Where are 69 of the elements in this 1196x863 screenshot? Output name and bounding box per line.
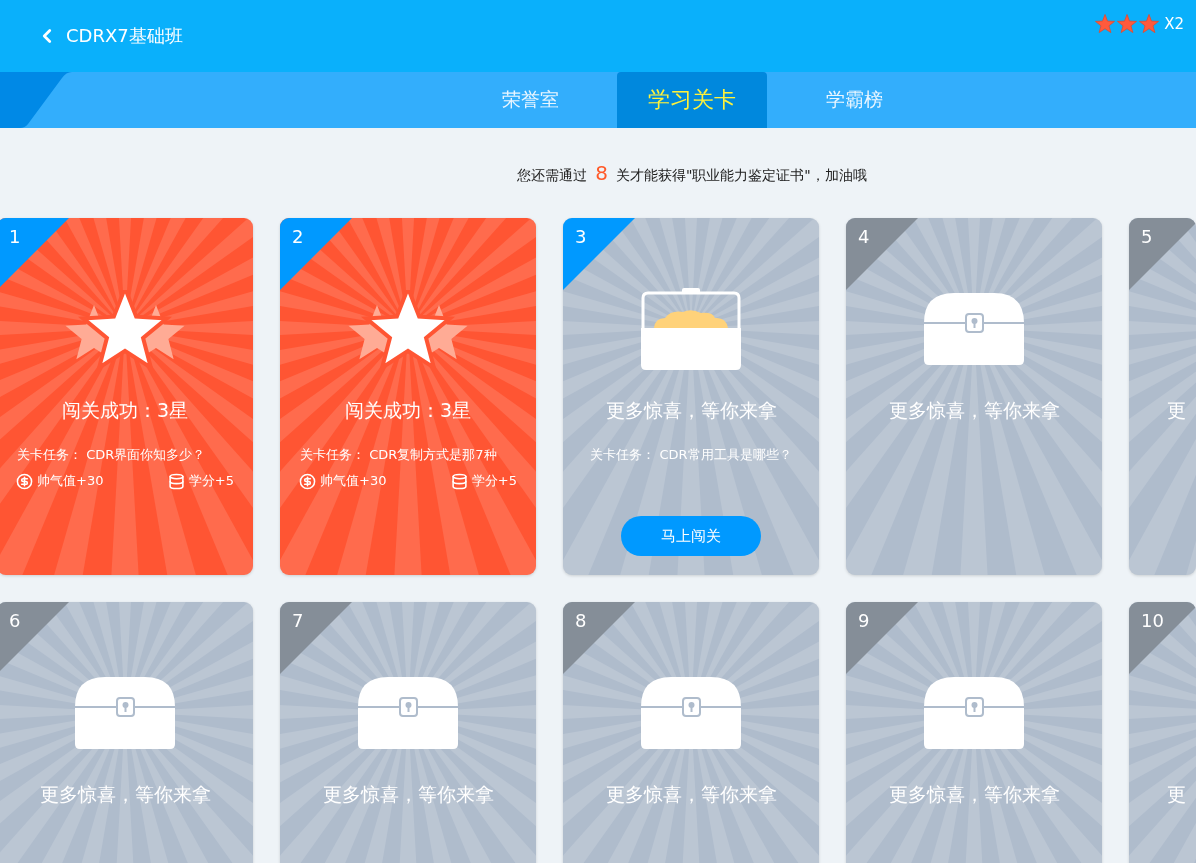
- level-title: 更多惊喜，等你来拿: [888, 782, 1060, 807]
- tab[interactable]: 学习关卡: [617, 72, 767, 128]
- star-icon: [64, 290, 186, 368]
- open-chest-icon: [641, 288, 741, 370]
- reward-text: 学分+5: [471, 472, 517, 490]
- corner-ribbon: [1129, 602, 1196, 674]
- corner-ribbon: [0, 602, 69, 674]
- multiplier-text: X2: [1164, 14, 1184, 33]
- tab[interactable]: 学霸榜: [779, 72, 929, 128]
- level-title: 闯关成功：3星: [344, 398, 472, 423]
- start-level-button[interactable]: 马上闯关: [621, 516, 761, 556]
- level-title: 更: [1167, 782, 1186, 807]
- level-title: 更: [1167, 398, 1186, 423]
- reward-text: 帅气值+30: [320, 472, 387, 490]
- corner-ribbon: [280, 218, 352, 290]
- coin-icon: [16, 472, 33, 490]
- corner-ribbon: [1129, 218, 1196, 290]
- level-number: 7: [292, 610, 304, 631]
- level-card[interactable]: 3 更多惊喜，等你来拿 关卡任务： CDR常用工具是哪些？ 马上闯关: [563, 218, 819, 575]
- corner-ribbon: [846, 218, 918, 290]
- chest-icon: [924, 677, 1024, 749]
- star-icon: [1117, 14, 1138, 33]
- coin-stack-icon: [167, 472, 185, 490]
- reward-text: 学分+5: [188, 472, 234, 490]
- level-number: 10: [1141, 610, 1164, 631]
- level-card[interactable]: 2 闯关成功：3星 关卡任务： CDR复制方式是那7种 帅气值+30 学分+5: [280, 218, 536, 575]
- star-icon: [1095, 14, 1116, 33]
- level-card[interactable]: 1 闯关成功：3星 关卡任务： CDR界面你知多少？ 帅气值+30 学分+5: [0, 218, 253, 575]
- task-text: 关卡任务： CDR界面你知多少？: [17, 446, 206, 464]
- chest-icon: [75, 677, 175, 749]
- level-number: 9: [858, 610, 870, 631]
- task-text: 关卡任务： CDR复制方式是那7种: [300, 446, 497, 464]
- chest-icon: [358, 677, 458, 749]
- corner-ribbon: [563, 602, 635, 674]
- corner-ribbon: [0, 218, 69, 290]
- level-title: 闯关成功：3星: [61, 398, 189, 423]
- star-icon: [1139, 14, 1160, 33]
- chest-icon: [641, 677, 741, 749]
- level-card[interactable]: 8 更多惊喜，等你来拿: [563, 602, 819, 863]
- level-card[interactable]: 6 更多惊喜，等你来拿: [0, 602, 253, 863]
- level-card[interactable]: 5 更: [1129, 218, 1196, 575]
- level-number: 4: [858, 226, 870, 247]
- reward-text: 帅气值+30: [37, 472, 104, 490]
- corner-ribbon: [280, 602, 352, 674]
- level-number: 1: [9, 226, 21, 247]
- task-text: 关卡任务： CDR常用工具是哪些？: [590, 446, 792, 464]
- level-title: 更多惊喜，等你来拿: [322, 782, 494, 807]
- corner-ribbon: [846, 602, 918, 674]
- level-number: 2: [292, 226, 304, 247]
- coin-icon: [299, 472, 316, 490]
- level-title: 更多惊喜，等你来拿: [39, 782, 211, 807]
- level-card[interactable]: 10 更: [1129, 602, 1196, 863]
- level-number: 6: [9, 610, 21, 631]
- star-icon: [347, 290, 469, 368]
- level-number: 5: [1141, 226, 1153, 247]
- coin-stack-icon: [450, 472, 468, 490]
- level-title: 更多惊喜，等你来拿: [605, 398, 777, 423]
- tab[interactable]: 荣誉室: [455, 72, 605, 128]
- level-title: 更多惊喜，等你来拿: [888, 398, 1060, 423]
- level-card[interactable]: 4 更多惊喜，等你来拿: [846, 218, 1102, 575]
- level-card[interactable]: 9 更多惊喜，等你来拿: [846, 602, 1102, 863]
- level-number: 3: [575, 226, 587, 247]
- level-number: 8: [575, 610, 587, 631]
- level-card[interactable]: 7 更多惊喜，等你来拿: [280, 602, 536, 863]
- corner-ribbon: [563, 218, 635, 290]
- notice-text: 您还需通过 8 关才能获得"职业能力鉴定证书"，加油哦: [517, 161, 867, 185]
- chest-icon: [924, 293, 1024, 365]
- course-title: CDRX7基础班: [66, 24, 183, 48]
- level-title: 更多惊喜，等你来拿: [605, 782, 777, 807]
